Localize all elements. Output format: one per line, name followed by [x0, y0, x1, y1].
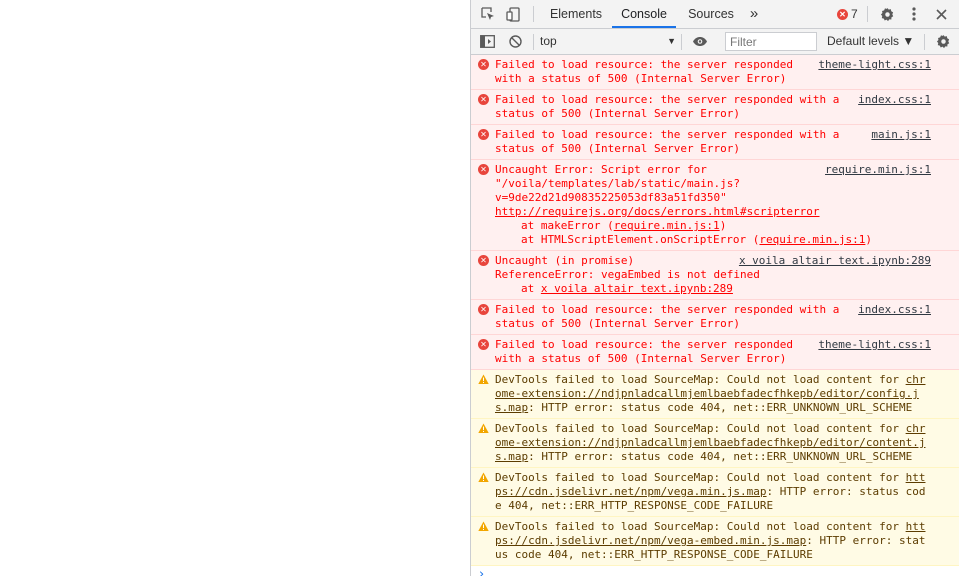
stack-frame: at makeError (require.min.js:1) — [521, 219, 727, 232]
message-text: with a status of 500 (Internal Server Er… — [495, 352, 787, 365]
error-icon: ✕ — [478, 164, 489, 175]
tab-sources[interactable]: Sources — [681, 0, 741, 28]
message-text: ReferenceError: vegaEmbed is not defined — [495, 268, 760, 281]
prompt-chevron-icon: › — [479, 567, 485, 576]
log-levels-dropdown[interactable]: Default levels ▼ — [827, 29, 914, 54]
source-link[interactable]: x voila altair text.ipynb:289 — [739, 254, 931, 268]
error-icon: ✕ — [478, 304, 489, 315]
sourcemap-link[interactable]: https://cdn.jsdelivr.net/npm/vega-embed.… — [495, 520, 925, 547]
source-link[interactable]: index.css:1 — [858, 93, 931, 107]
message-text: "/voila/templates/lab/static/main.js? — [495, 177, 741, 190]
console-toolbar: top ▼ Filter Default levels ▼ — [471, 29, 959, 55]
warning-message: DevTools failed to load SourceMap: Could… — [471, 517, 959, 566]
close-icon[interactable] — [932, 0, 950, 28]
toolbar-divider — [681, 34, 682, 50]
message-text: status of 500 (Internal Server Error) — [495, 107, 741, 120]
message-text: status of 500 (Internal Server Error) — [495, 317, 741, 330]
toolbar-divider — [924, 34, 925, 50]
source-link[interactable]: require.min.js:1 — [825, 163, 931, 177]
console-prompt[interactable]: › — [471, 566, 959, 576]
stack-frame-link[interactable]: x voila altair text.ipynb:289 — [541, 282, 733, 295]
error-icon: ✕ — [478, 94, 489, 105]
sourcemap-link[interactable]: https://cdn.jsdelivr.net/npm/vega.min.js… — [495, 471, 925, 498]
message-text: Failed to load resource: the server resp… — [495, 128, 840, 141]
toolbar-divider — [533, 34, 534, 50]
error-message: ✕ index.css:1 Failed to load resource: the… — [471, 300, 959, 335]
warning-message: DevTools failed to load SourceMap: Could… — [471, 419, 959, 468]
tab-console[interactable]: Console — [612, 0, 676, 28]
warning-icon — [478, 374, 489, 385]
message-text: DevTools failed to load SourceMap: Could… — [495, 471, 926, 512]
error-icon: ✕ — [478, 59, 489, 70]
warning-message: DevTools failed to load SourceMap: Could… — [471, 468, 959, 517]
stack-frame: at HTMLScriptElement.onScriptError (requ… — [521, 233, 873, 246]
error-message: ✕ main.js:1 Failed to load resource: the s… — [471, 125, 959, 160]
sourcemap-link[interactable]: chrome-extension://ndjpnladcallmjemlbaeb… — [495, 373, 925, 414]
tab-elements[interactable]: Elements — [544, 0, 608, 28]
console-settings-gear-icon[interactable] — [933, 29, 953, 54]
stack-frame-link[interactable]: require.min.js:1 — [614, 219, 720, 232]
chevron-down-icon: ▼ — [667, 36, 676, 46]
show-sidebar-icon[interactable] — [478, 29, 496, 54]
error-counter[interactable]: ✕ 7 — [837, 0, 858, 28]
message-text: DevTools failed to load SourceMap: Could… — [495, 520, 926, 561]
error-icon: ✕ — [478, 255, 489, 266]
context-value: top — [540, 34, 557, 48]
error-icon: ✕ — [478, 339, 489, 350]
error-message: ✕ x voila altair text.ipynb:289 Uncaught (… — [471, 251, 959, 300]
error-message: ✕ require.min.js:1 Uncaught Error: Script … — [471, 160, 959, 251]
error-message: ✕ theme-light.css:1 Failed to load resourc… — [471, 335, 959, 370]
warning-icon — [478, 423, 489, 434]
inspect-element-icon[interactable] — [479, 0, 497, 28]
clear-console-icon[interactable] — [506, 29, 524, 54]
message-text: v=9de22d21d90835225053df83a51fd350" — [495, 191, 727, 204]
toolbar-divider — [533, 6, 534, 22]
error-icon: ✕ — [837, 8, 848, 20]
error-message: ✕ theme-light.css:1 Failed to load resourc… — [471, 55, 959, 90]
context-selector[interactable]: top ▼ — [540, 32, 676, 51]
live-expression-eye-icon[interactable] — [689, 29, 711, 54]
doc-link[interactable]: http://requirejs.org/docs/errors.html#sc… — [495, 205, 931, 219]
device-toolbar-icon[interactable] — [504, 0, 522, 28]
devtools-tab-bar: Elements Console Sources » ✕ 7 — [471, 0, 959, 29]
warning-message: DevTools failed to load SourceMap: Could… — [471, 370, 959, 419]
error-count: 7 — [851, 7, 858, 21]
source-link[interactable]: main.js:1 — [871, 128, 931, 142]
error-icon: ✕ — [478, 129, 489, 140]
inspected-page — [0, 0, 470, 576]
message-text: DevTools failed to load SourceMap: Could… — [495, 373, 926, 414]
source-link[interactable]: theme-light.css:1 — [818, 338, 931, 352]
error-message: ✕ index.css:1 Failed to load resource: the… — [471, 90, 959, 125]
message-text: DevTools failed to load SourceMap: Could… — [495, 422, 926, 463]
message-text: with a status of 500 (Internal Server Er… — [495, 72, 787, 85]
more-tabs-button[interactable]: » — [745, 0, 763, 28]
source-link[interactable]: index.css:1 — [858, 303, 931, 317]
filter-input[interactable]: Filter — [725, 32, 817, 51]
toolbar-divider — [867, 6, 868, 22]
sourcemap-link[interactable]: chrome-extension://ndjpnladcallmjemlbaeb… — [495, 422, 925, 463]
warning-icon — [478, 521, 489, 532]
source-link[interactable]: theme-light.css:1 — [818, 58, 931, 72]
stack-frame-link[interactable]: require.min.js:1 — [759, 233, 865, 246]
settings-gear-icon[interactable] — [877, 0, 897, 28]
warning-icon — [478, 472, 489, 483]
message-text: status of 500 (Internal Server Error) — [495, 142, 741, 155]
console-messages: ✕ theme-light.css:1 Failed to load resourc… — [471, 55, 959, 576]
devtools-panel: Elements Console Sources » ✕ 7 top ▼ Fil… — [470, 0, 959, 576]
stack-frame: at x voila altair text.ipynb:289 — [521, 282, 733, 295]
more-options-icon[interactable] — [905, 0, 923, 28]
